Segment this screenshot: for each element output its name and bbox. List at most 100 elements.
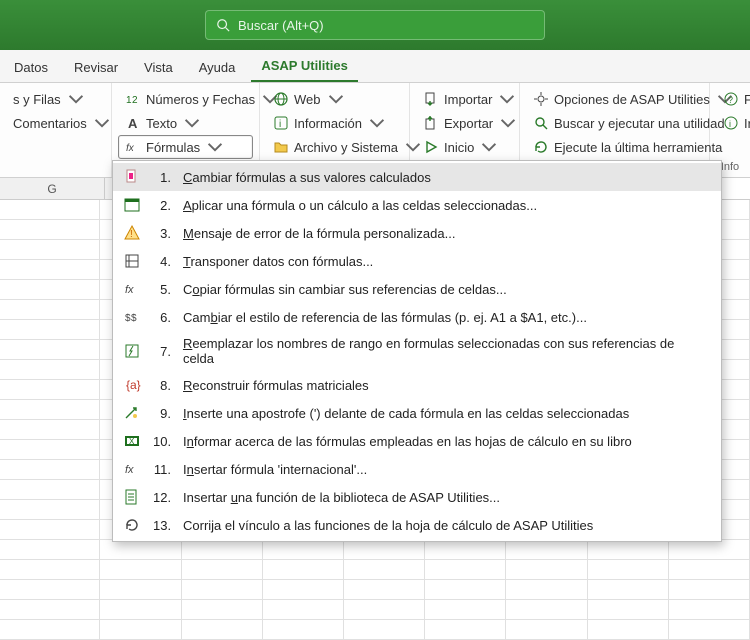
cell[interactable] xyxy=(100,580,181,600)
cell[interactable] xyxy=(506,600,587,620)
cell[interactable] xyxy=(506,580,587,600)
importar-button[interactable]: Importar xyxy=(416,87,513,111)
cell[interactable] xyxy=(0,620,100,640)
tab-asap-utilities[interactable]: ASAP Utilities xyxy=(251,52,357,82)
texto-button[interactable]: ATexto xyxy=(118,111,253,135)
cell[interactable] xyxy=(0,440,100,460)
cell[interactable] xyxy=(669,560,750,580)
comentarios-button[interactable]: Comentarios xyxy=(6,111,105,135)
cell[interactable] xyxy=(263,600,344,620)
cell[interactable] xyxy=(0,580,100,600)
cell[interactable] xyxy=(0,220,100,240)
menu-item-1[interactable]: 1.Cambiar fórmulas a sus valores calcula… xyxy=(113,163,721,191)
cell[interactable] xyxy=(506,560,587,580)
cell[interactable] xyxy=(0,420,100,440)
numeros-fechas-button[interactable]: 12Números y Fechas xyxy=(118,87,253,111)
informacion-button[interactable]: iInformación xyxy=(266,111,403,135)
cell[interactable] xyxy=(344,560,425,580)
exportar-button[interactable]: Exportar xyxy=(416,111,513,135)
cell[interactable] xyxy=(669,540,750,560)
help-f-button[interactable]: ?F xyxy=(716,87,744,111)
cell[interactable] xyxy=(263,560,344,580)
menu-item-6[interactable]: $$6.Cambiar el estilo de referencia de l… xyxy=(113,303,721,331)
tab-revisar[interactable]: Revisar xyxy=(64,54,128,82)
cell[interactable] xyxy=(669,620,750,640)
cell[interactable] xyxy=(588,620,669,640)
cell[interactable] xyxy=(0,500,100,520)
svg-text:A: A xyxy=(128,116,138,131)
tab-ayuda[interactable]: Ayuda xyxy=(189,54,246,82)
ejecute-ultima-button[interactable]: Ejecute la última herramienta xyxy=(526,135,703,159)
help-ir-button[interactable]: iIr xyxy=(716,111,744,135)
cell[interactable] xyxy=(344,620,425,640)
menu-item-4[interactable]: 4.Transponer datos con fórmulas... xyxy=(113,247,721,275)
cell[interactable] xyxy=(0,320,100,340)
cell[interactable] xyxy=(588,600,669,620)
search-box[interactable]: Buscar (Alt+Q) xyxy=(205,10,545,40)
menu-item-13[interactable]: 13.Corrija el vínculo a las funciones de… xyxy=(113,511,721,539)
cell[interactable] xyxy=(100,620,181,640)
menu-item-8[interactable]: {a}8.Reconstruir fórmulas matriciales xyxy=(113,371,721,399)
cell[interactable] xyxy=(425,620,506,640)
web-button[interactable]: Web xyxy=(266,87,403,111)
rows-filas-button[interactable]: s y Filas xyxy=(6,87,105,111)
cell[interactable] xyxy=(669,600,750,620)
cell[interactable] xyxy=(182,620,263,640)
cell[interactable] xyxy=(0,560,100,580)
cell[interactable] xyxy=(263,620,344,640)
tab-vista[interactable]: Vista xyxy=(134,54,183,82)
cell[interactable] xyxy=(0,360,100,380)
cell[interactable] xyxy=(425,580,506,600)
menu-item-5[interactable]: fx5.Copiar fórmulas sin cambiar sus refe… xyxy=(113,275,721,303)
cell[interactable] xyxy=(182,540,263,560)
formulas-button[interactable]: fxFórmulas xyxy=(118,135,253,159)
cell[interactable] xyxy=(0,340,100,360)
cell[interactable] xyxy=(588,580,669,600)
menu-item-7[interactable]: 7.Reemplazar los nombres de rango en for… xyxy=(113,331,721,371)
cell[interactable] xyxy=(425,540,506,560)
cell[interactable] xyxy=(425,600,506,620)
cell[interactable] xyxy=(0,480,100,500)
cell[interactable] xyxy=(0,380,100,400)
cell[interactable] xyxy=(506,540,587,560)
cell[interactable] xyxy=(182,600,263,620)
cell[interactable] xyxy=(0,240,100,260)
cell[interactable] xyxy=(0,460,100,480)
cell[interactable] xyxy=(0,600,100,620)
cell[interactable] xyxy=(263,540,344,560)
cell[interactable] xyxy=(0,540,100,560)
cell[interactable] xyxy=(0,260,100,280)
menu-item-2[interactable]: 2.Aplicar una fórmula o un cálculo a las… xyxy=(113,191,721,219)
buscar-ejecutar-button[interactable]: Buscar y ejecutar una utilidad xyxy=(526,111,703,135)
cell[interactable] xyxy=(0,300,100,320)
cell[interactable] xyxy=(0,520,100,540)
menu-item-11[interactable]: fx11.Insertar fórmula 'internacional'... xyxy=(113,455,721,483)
cell[interactable] xyxy=(425,560,506,580)
cell[interactable] xyxy=(344,600,425,620)
cell[interactable] xyxy=(182,580,263,600)
cell[interactable] xyxy=(100,560,181,580)
archivo-sistema-button[interactable]: Archivo y Sistema xyxy=(266,135,403,159)
cell[interactable] xyxy=(588,540,669,560)
inicio-button[interactable]: Inicio xyxy=(416,135,513,159)
cell[interactable] xyxy=(506,620,587,640)
cell[interactable] xyxy=(263,580,344,600)
tab-datos[interactable]: Datos xyxy=(4,54,58,82)
menu-item-3[interactable]: !3.Mensaje de error de la fórmula person… xyxy=(113,219,721,247)
cell[interactable] xyxy=(588,560,669,580)
cell[interactable] xyxy=(0,280,100,300)
menu-item-9[interactable]: 9.Inserte una apostrofe (') delante de c… xyxy=(113,399,721,427)
col-header[interactable]: G xyxy=(0,178,105,199)
menu-item-12[interactable]: 12.Insertar una función de la biblioteca… xyxy=(113,483,721,511)
cell[interactable] xyxy=(0,400,100,420)
cell[interactable] xyxy=(100,540,181,560)
ribbon-group-1: s y Filas Comentarios xyxy=(0,83,112,177)
cell[interactable] xyxy=(344,580,425,600)
cell[interactable] xyxy=(669,580,750,600)
cell[interactable] xyxy=(182,560,263,580)
cell[interactable] xyxy=(344,540,425,560)
cell[interactable] xyxy=(100,600,181,620)
cell[interactable] xyxy=(0,200,100,220)
opciones-asap-button[interactable]: Opciones de ASAP Utilities xyxy=(526,87,703,111)
menu-item-10[interactable]: X10.Informar acerca de las fórmulas empl… xyxy=(113,427,721,455)
